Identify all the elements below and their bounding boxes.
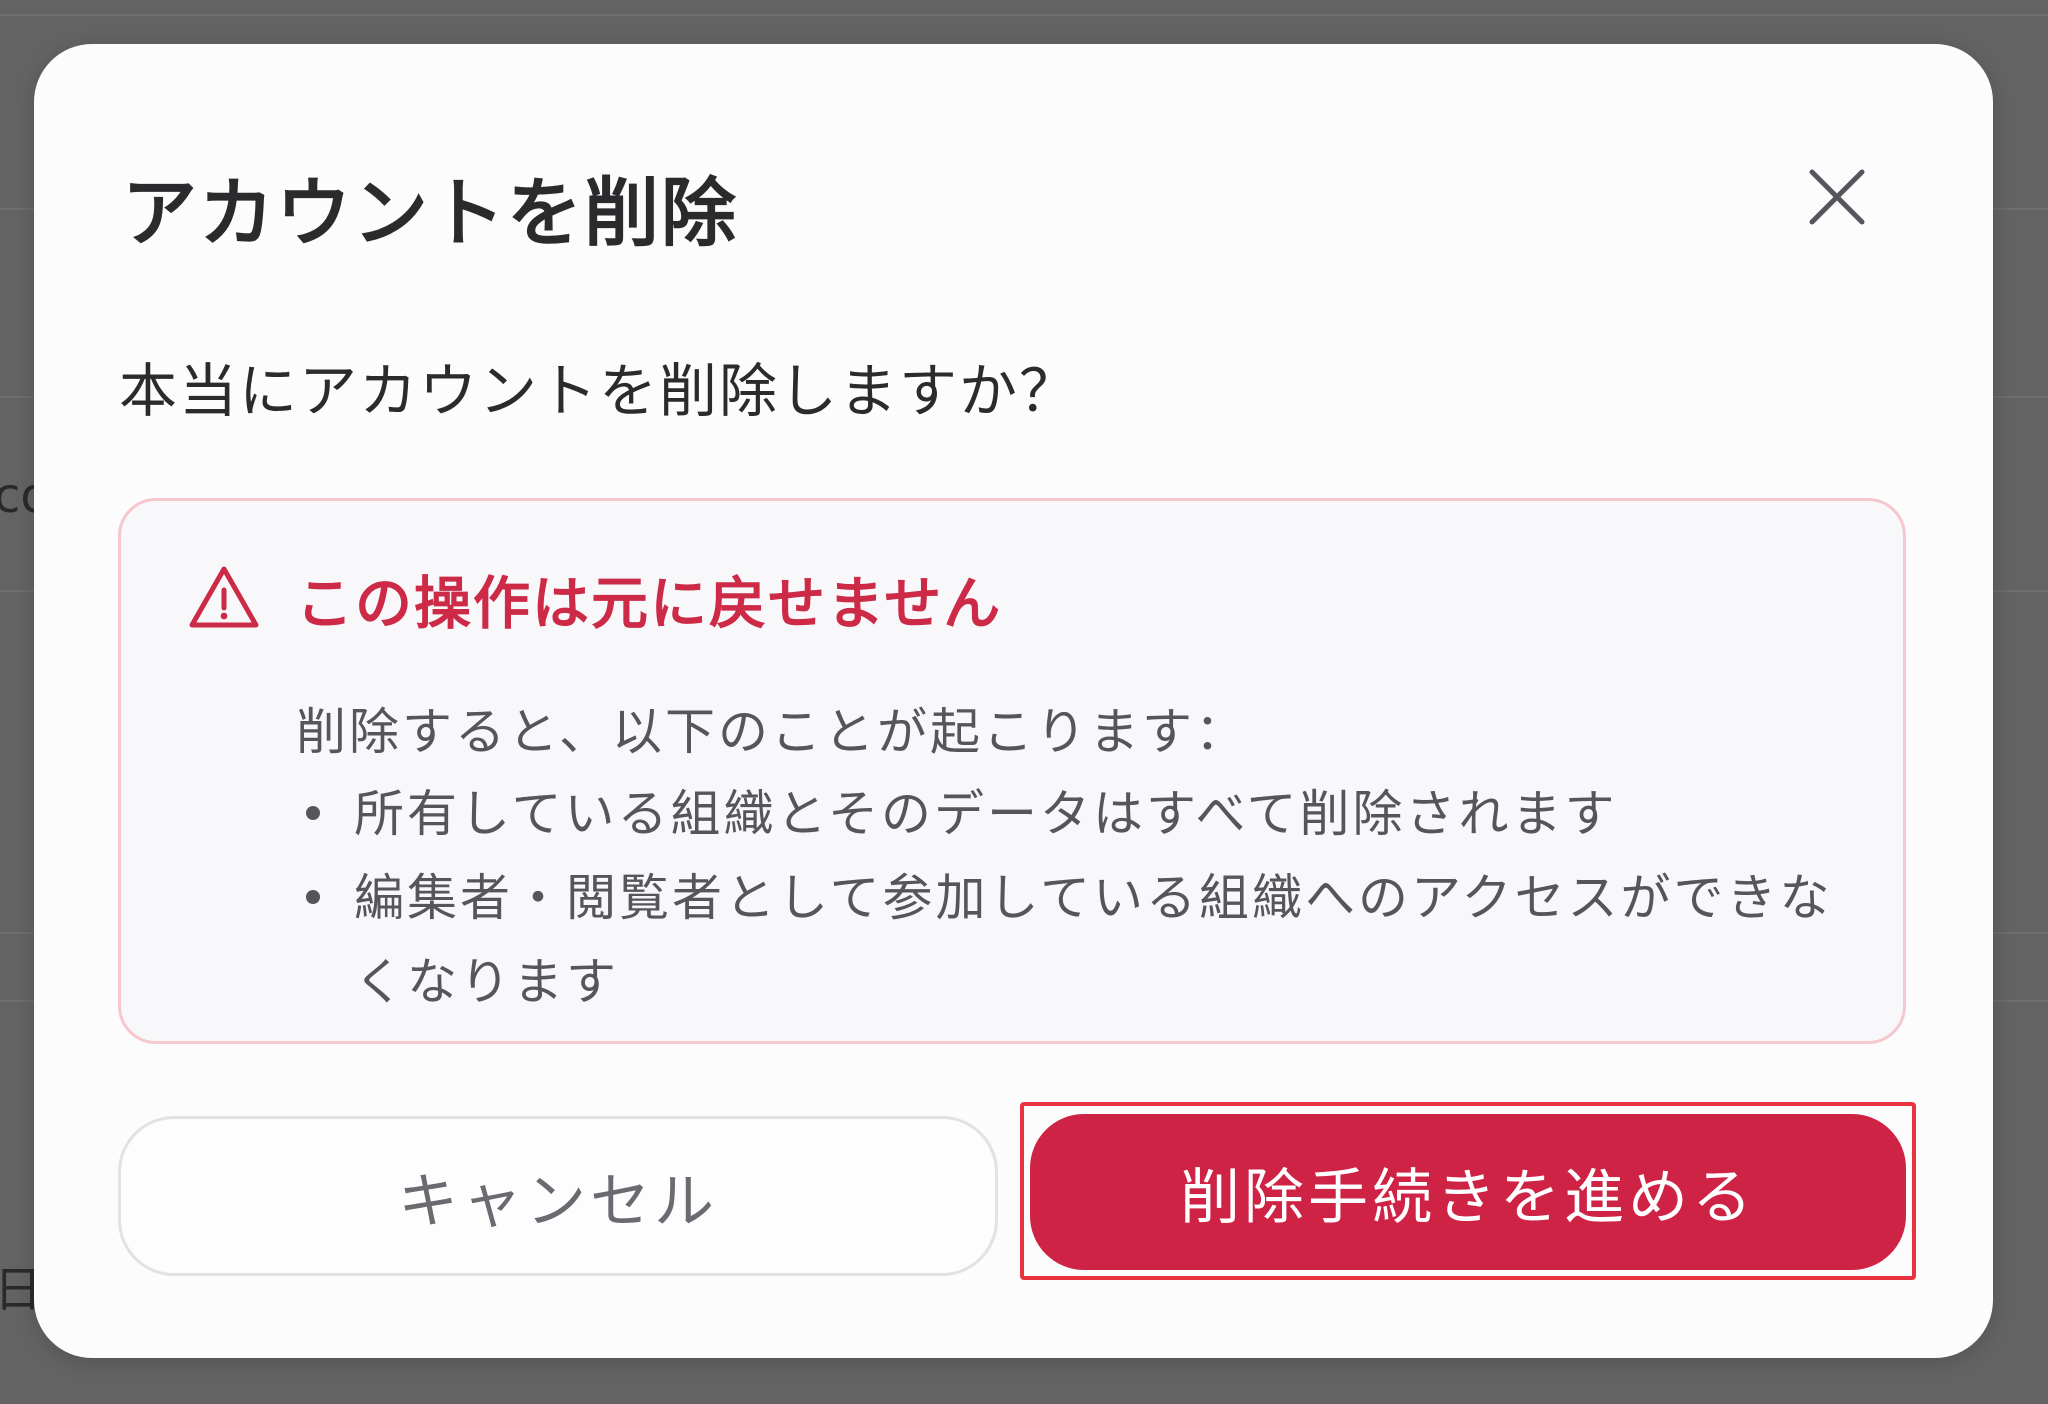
list-item-text: 所有している組織とそのデータはすべて削除されます xyxy=(354,785,1618,843)
cancel-button[interactable]: キャンセル xyxy=(118,1116,998,1276)
list-item-text: 編集者・閲覧者として参加している組織へのアクセスができなくなります xyxy=(354,869,1833,1011)
delete-account-dialog: アカウントを削除 本当にアカウントを削除しますか？ この操作は元に戻せません 削… xyxy=(34,44,1993,1358)
list-item: 所有している組織とそのデータはすべて削除されます xyxy=(306,772,1854,856)
consequence-list: 所有している組織とそのデータはすべて削除されます 編集者・閲覧者として参加してい… xyxy=(306,772,1854,1024)
dialog-title: アカウントを削除 xyxy=(122,169,739,257)
bullet-icon xyxy=(306,890,320,904)
bullet-icon xyxy=(306,806,320,820)
confirmation-question: 本当にアカウントを削除しますか？ xyxy=(119,357,1080,425)
warning-description: 削除すると、以下のことが起こります： xyxy=(296,703,1248,761)
list-item: 編集者・閲覧者として参加している組織へのアクセスができなくなります xyxy=(306,856,1854,1024)
background-divider xyxy=(0,14,2048,16)
proceed-delete-button[interactable]: 削除手続きを進める xyxy=(1030,1114,1906,1270)
close-button[interactable] xyxy=(1800,160,1874,234)
warning-heading: この操作は元に戻せません xyxy=(296,571,1003,637)
close-icon xyxy=(1809,169,1865,225)
warning-triangle-icon xyxy=(189,566,259,628)
